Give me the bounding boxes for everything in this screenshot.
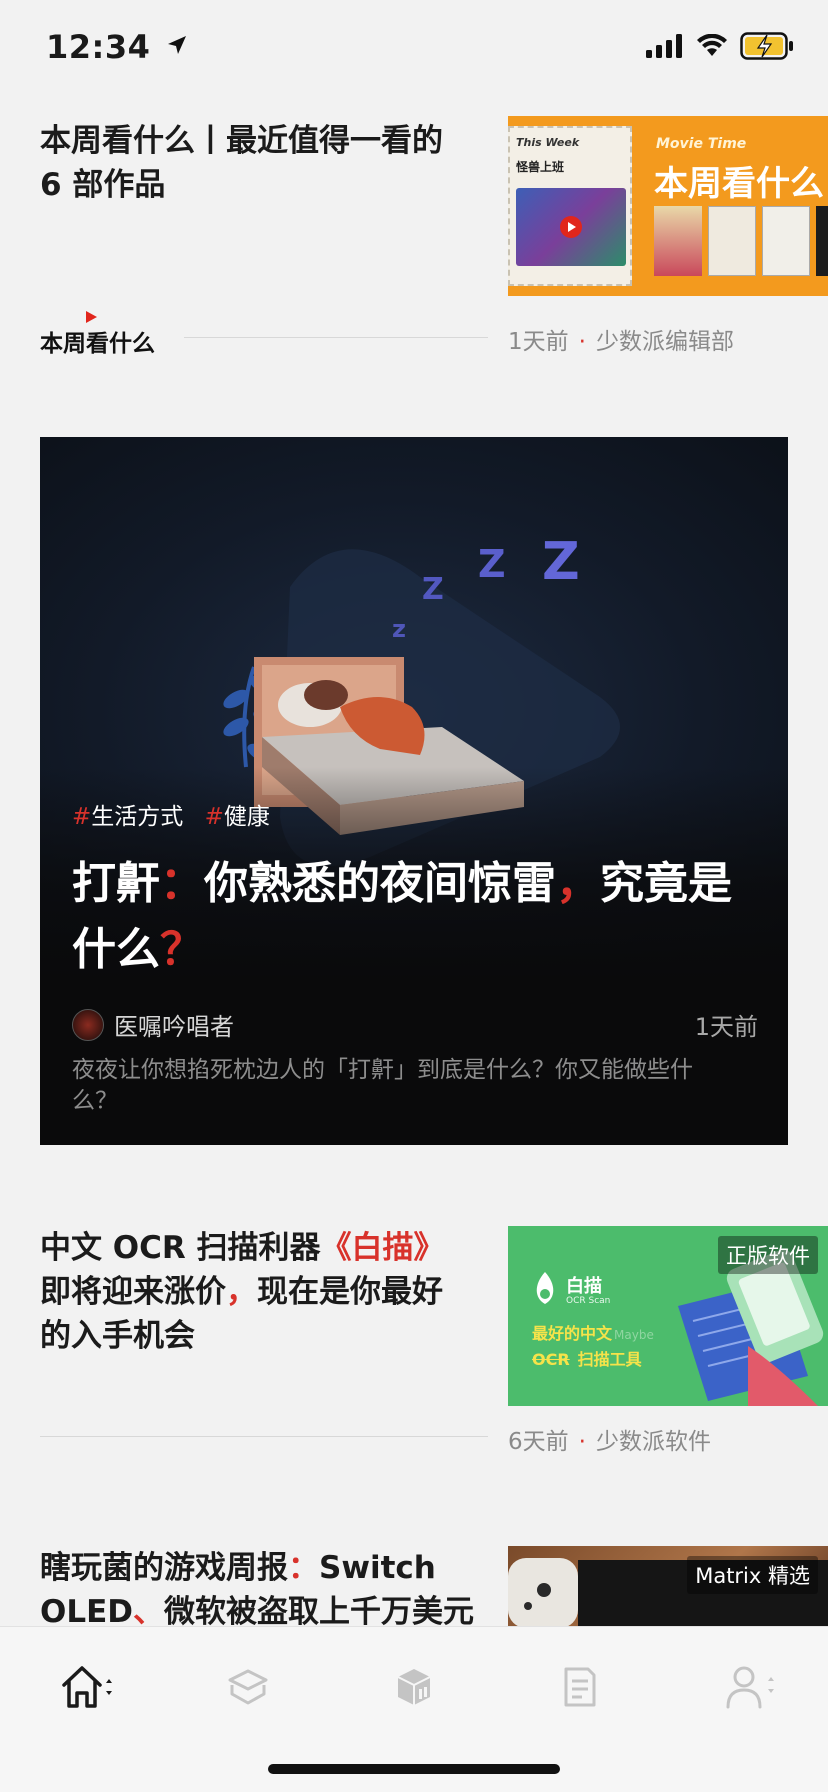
thumb-line-1-strike: Maybe — [614, 1328, 654, 1342]
thumb-poster-1 — [654, 206, 702, 276]
tag-health-text: 健康 — [223, 804, 270, 830]
article-source[interactable]: 少数派编辑部 — [596, 329, 734, 355]
column-logo-text: 本周看什么 — [40, 331, 155, 357]
thumb-poster-row — [654, 206, 828, 278]
author-name[interactable]: 医嘱吟唱者 — [114, 1007, 234, 1042]
divider — [184, 337, 488, 338]
thumb-line-2-strike: OCR — [532, 1350, 570, 1369]
tab-home[interactable] — [58, 1657, 118, 1717]
title-part: 微软被盗取上千万美元 — [164, 1594, 475, 1626]
thumb-banner-cn: 本周看什么 — [654, 164, 824, 204]
title-part: 瞎玩菌的游戏周报 — [40, 1550, 288, 1586]
article-thumbnail[interactable]: 白描 OCR Scan 最好的中文 Maybe OCR 扫描工具 正版软件 — [508, 1226, 828, 1406]
thumb-poster-2 — [708, 206, 756, 276]
meta-separator: · — [578, 1429, 586, 1455]
thumb-line-1: 最好的中文 Maybe — [532, 1320, 654, 1344]
article-title[interactable]: 本周看什么丨最近值得一看的 6 部作品 — [40, 119, 470, 207]
author-avatar[interactable] — [72, 1008, 104, 1041]
tag-lifestyle[interactable]: #生活方式 — [72, 804, 183, 830]
feature-age: 1天前 — [694, 1013, 758, 1041]
feature-card[interactable]: z z Z Z Z #生活方式 #健康 打 — [40, 437, 788, 1145]
article-meta: 6天前 · 少数派软件 — [508, 1422, 711, 1456]
divider — [40, 1436, 488, 1437]
thumb-line-1-text: 最好的中文 — [532, 1324, 613, 1343]
article-title[interactable]: 中文 OCR 扫描利器《白描》即将迎来涨价，现在是你最好的入手机会 — [40, 1226, 470, 1358]
play-triangle-icon — [86, 311, 97, 323]
title-punct: ： — [288, 1550, 319, 1586]
meta-separator: · — [578, 329, 586, 355]
thumb-poster-4 — [816, 206, 828, 276]
tab-notes[interactable] — [550, 1657, 610, 1717]
feature-title[interactable]: 打鼾：你熟悉的夜间惊雷，究竟是什么？ — [72, 851, 762, 983]
thumb-ticket: This Week 怪兽上班 — [508, 126, 632, 286]
title-punct: ， — [556, 858, 600, 909]
layers-icon — [228, 1669, 268, 1705]
category-badge: 正版软件 — [718, 1236, 818, 1274]
document-icon — [564, 1667, 596, 1707]
thumb-poster-3 — [762, 206, 810, 276]
tab-matrix[interactable] — [218, 1657, 278, 1717]
cellular-signal-icon — [646, 34, 682, 58]
article-thumbnail[interactable]: Matrix 精选 — [508, 1546, 828, 1626]
status-indicators — [646, 32, 794, 60]
app-subtitle: OCR Scan — [566, 1296, 611, 1306]
tag-health[interactable]: #健康 — [205, 804, 270, 830]
status-time: 12:34 — [46, 28, 188, 66]
title-part: 打鼾 — [72, 858, 160, 909]
category-badge: Matrix 精选 — [687, 1556, 818, 1594]
article-item[interactable]: 中文 OCR 扫描利器《白描》即将迎来涨价，现在是你最好的入手机会 白描 OCR… — [0, 1224, 828, 1456]
feature-tags: #生活方式 #健康 — [72, 797, 270, 831]
article-thumbnail[interactable]: This Week 怪兽上班 Movie Time 本周看什么 — [508, 116, 828, 296]
thumb-label-cn: 怪兽上班 — [516, 160, 565, 174]
title-punct: 、 — [133, 1594, 165, 1626]
person-icon — [726, 1666, 774, 1709]
article-item[interactable]: 本周看什么丨最近值得一看的 6 部作品 This Week 怪兽上班 Movie… — [0, 110, 828, 365]
app-name: 白描 — [566, 1276, 602, 1297]
location-arrow-icon — [168, 36, 186, 54]
article-item[interactable]: 瞎玩菌的游戏周报：Switch OLED、微软被盗取上千万美元 Matrix 精… — [0, 1546, 828, 1626]
svg-text:Z: Z — [422, 572, 444, 607]
svg-text:Z: Z — [542, 532, 580, 592]
feature-author-row: 医嘱吟唱者 1天前 — [72, 1007, 758, 1042]
title-punct: ， — [226, 1274, 257, 1310]
article-age: 6天前 — [508, 1429, 569, 1455]
thumb-line-2: OCR 扫描工具 — [532, 1346, 642, 1370]
status-time-text: 12:34 — [46, 28, 151, 66]
tag-lifestyle-text: 生活方式 — [91, 804, 184, 830]
box-icon — [397, 1669, 431, 1705]
title-highlight: 《白描》 — [320, 1230, 445, 1266]
title-part: 中文 OCR 扫描利器 — [40, 1230, 321, 1266]
title-punct: ： — [160, 858, 204, 909]
feature-description: 夜夜让你想掐死枕边人的「打鼾」到底是什么？你又能做些什么？ — [72, 1057, 693, 1114]
thumb-line-2-text: 扫描工具 — [577, 1350, 642, 1369]
tab-profile[interactable] — [722, 1657, 782, 1717]
title-part: 即将迎来涨价 — [40, 1274, 226, 1310]
column-logo[interactable]: 本周看什么 — [40, 311, 155, 358]
article-age: 1天前 — [508, 329, 569, 355]
article-title[interactable]: 瞎玩菌的游戏周报：Switch OLED、微软被盗取上千万美元 — [40, 1546, 485, 1626]
article-source[interactable]: 少数派软件 — [596, 1429, 711, 1455]
title-part: 你熟悉的夜间惊雷 — [204, 858, 556, 909]
baimiao-logo-icon — [536, 1272, 554, 1304]
svg-text:z: z — [392, 615, 406, 643]
house-icon — [62, 1666, 112, 1708]
battery-charging-icon — [740, 32, 793, 60]
wifi-icon — [697, 34, 727, 56]
play-icon — [560, 216, 582, 238]
tab-store[interactable] — [384, 1657, 444, 1717]
thumb-poster — [516, 188, 626, 266]
article-meta: 1天前 · 少数派编辑部 — [508, 322, 734, 356]
thumb-label-small: This Week — [516, 136, 580, 149]
title-punct: ？ — [160, 924, 204, 975]
svg-text:Z: Z — [478, 542, 506, 586]
home-indicator[interactable] — [268, 1764, 560, 1774]
thumb-banner-en: Movie Time — [656, 136, 747, 152]
